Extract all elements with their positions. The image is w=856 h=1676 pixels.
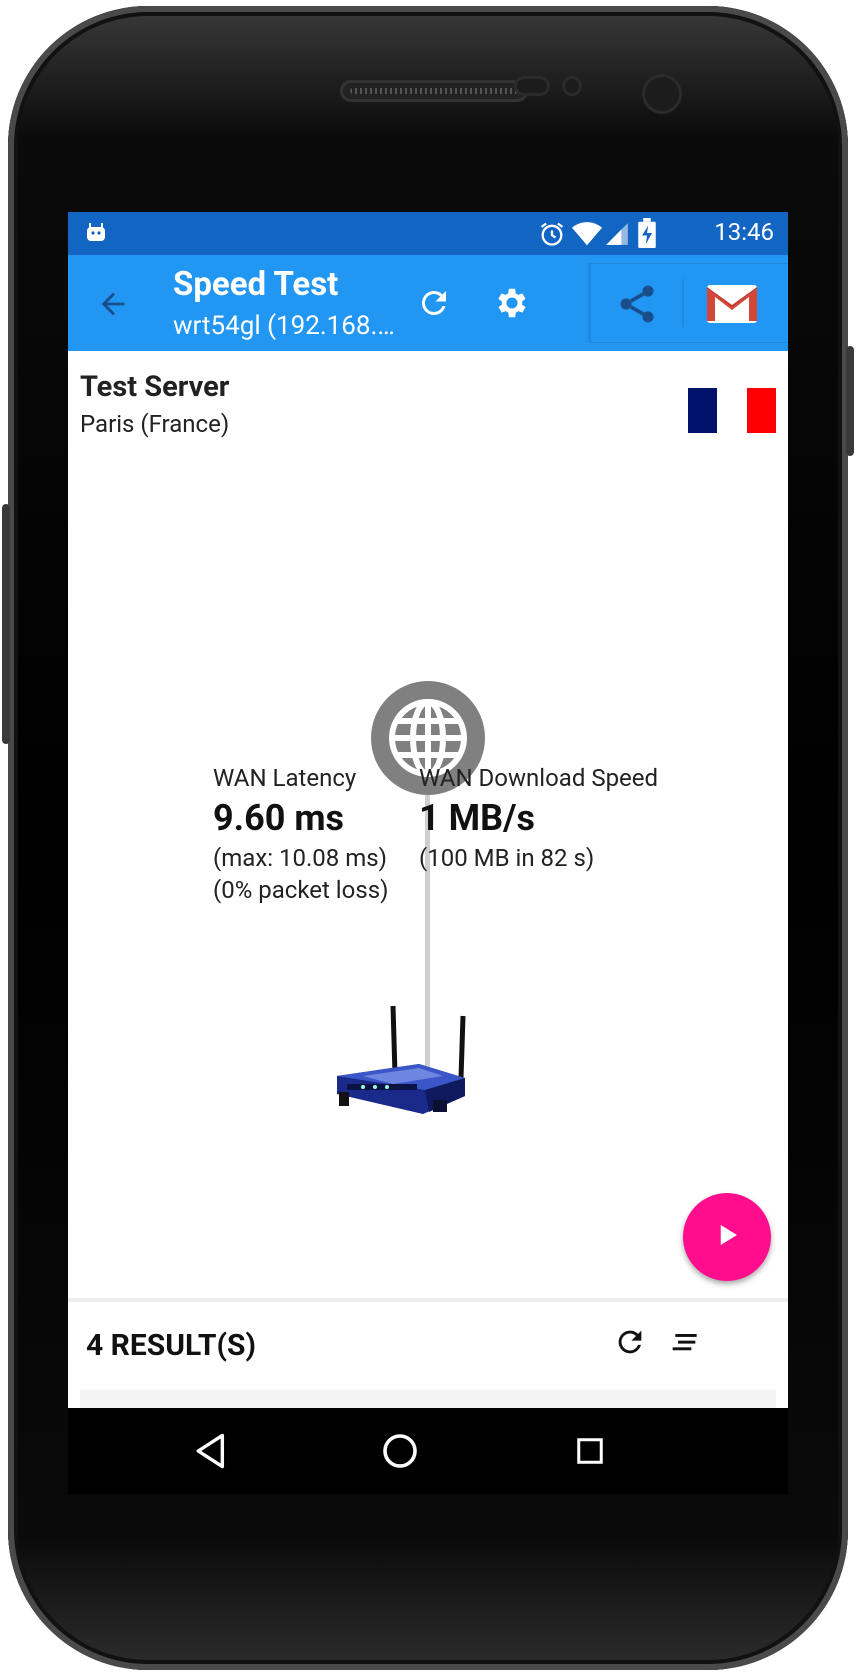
nav-home-icon[interactable]: [375, 1426, 425, 1476]
start-test-button[interactable]: [683, 1193, 771, 1281]
share-divider: [682, 279, 684, 327]
wan-latency-label: WAN Latency: [213, 764, 357, 792]
cell-signal-icon: [604, 220, 630, 252]
router-icon: [333, 1004, 469, 1126]
navigation-bar: [68, 1408, 788, 1494]
app-subtitle: wrt54gl (192.168.…: [173, 311, 395, 341]
proximity-sensor: [514, 76, 550, 96]
wan-download-label: WAN Download Speed: [419, 764, 659, 792]
wan-latency-max: (max: 10.08 ms): [213, 844, 388, 872]
status-time: 13:46: [714, 218, 774, 246]
nav-recents-icon[interactable]: [565, 1426, 615, 1476]
wan-latency-packet-loss: (0% packet loss): [213, 876, 389, 904]
back-arrow-icon[interactable]: [90, 281, 136, 327]
wan-download-detail: (100 MB in 82 s): [419, 844, 595, 872]
server-location: Paris (France): [80, 410, 230, 438]
android-notification-icon: [84, 220, 108, 248]
alarm-icon: [538, 220, 566, 252]
refresh-results-icon[interactable]: [608, 1320, 652, 1364]
gmail-icon[interactable]: [704, 277, 760, 331]
battery-charging-icon: [638, 218, 656, 252]
results-header: 4 RESULT(S): [68, 1298, 788, 1402]
side-button-right: [846, 346, 854, 456]
app-title: Speed Test: [173, 265, 339, 304]
front-camera: [642, 74, 682, 114]
side-button-left: [2, 504, 10, 744]
nav-back-icon[interactable]: [186, 1426, 236, 1476]
wan-download-value: 1 MB/s: [419, 797, 535, 839]
status-bar: 13:46: [68, 212, 788, 255]
earpiece-speaker: [340, 80, 528, 102]
france-flag-icon: [688, 388, 776, 433]
sort-icon[interactable]: [664, 1320, 708, 1364]
wan-latency-value: 9.60 ms: [213, 797, 345, 839]
wifi-icon: [572, 220, 602, 252]
device-screen: 13:46 Speed Test wrt54gl (192.168.… Test…: [68, 212, 788, 1494]
share-icon[interactable]: [610, 277, 664, 331]
refresh-icon[interactable]: [410, 279, 458, 327]
gear-icon[interactable]: [488, 279, 536, 327]
results-count: 4 RESULT(S): [86, 1328, 256, 1363]
results-list-edge: [80, 1390, 776, 1410]
share-actions: [588, 263, 788, 343]
play-icon: [712, 1220, 742, 1254]
light-sensor: [562, 76, 582, 96]
server-heading: Test Server: [80, 370, 230, 404]
app-bar: Speed Test wrt54gl (192.168.…: [68, 255, 788, 351]
